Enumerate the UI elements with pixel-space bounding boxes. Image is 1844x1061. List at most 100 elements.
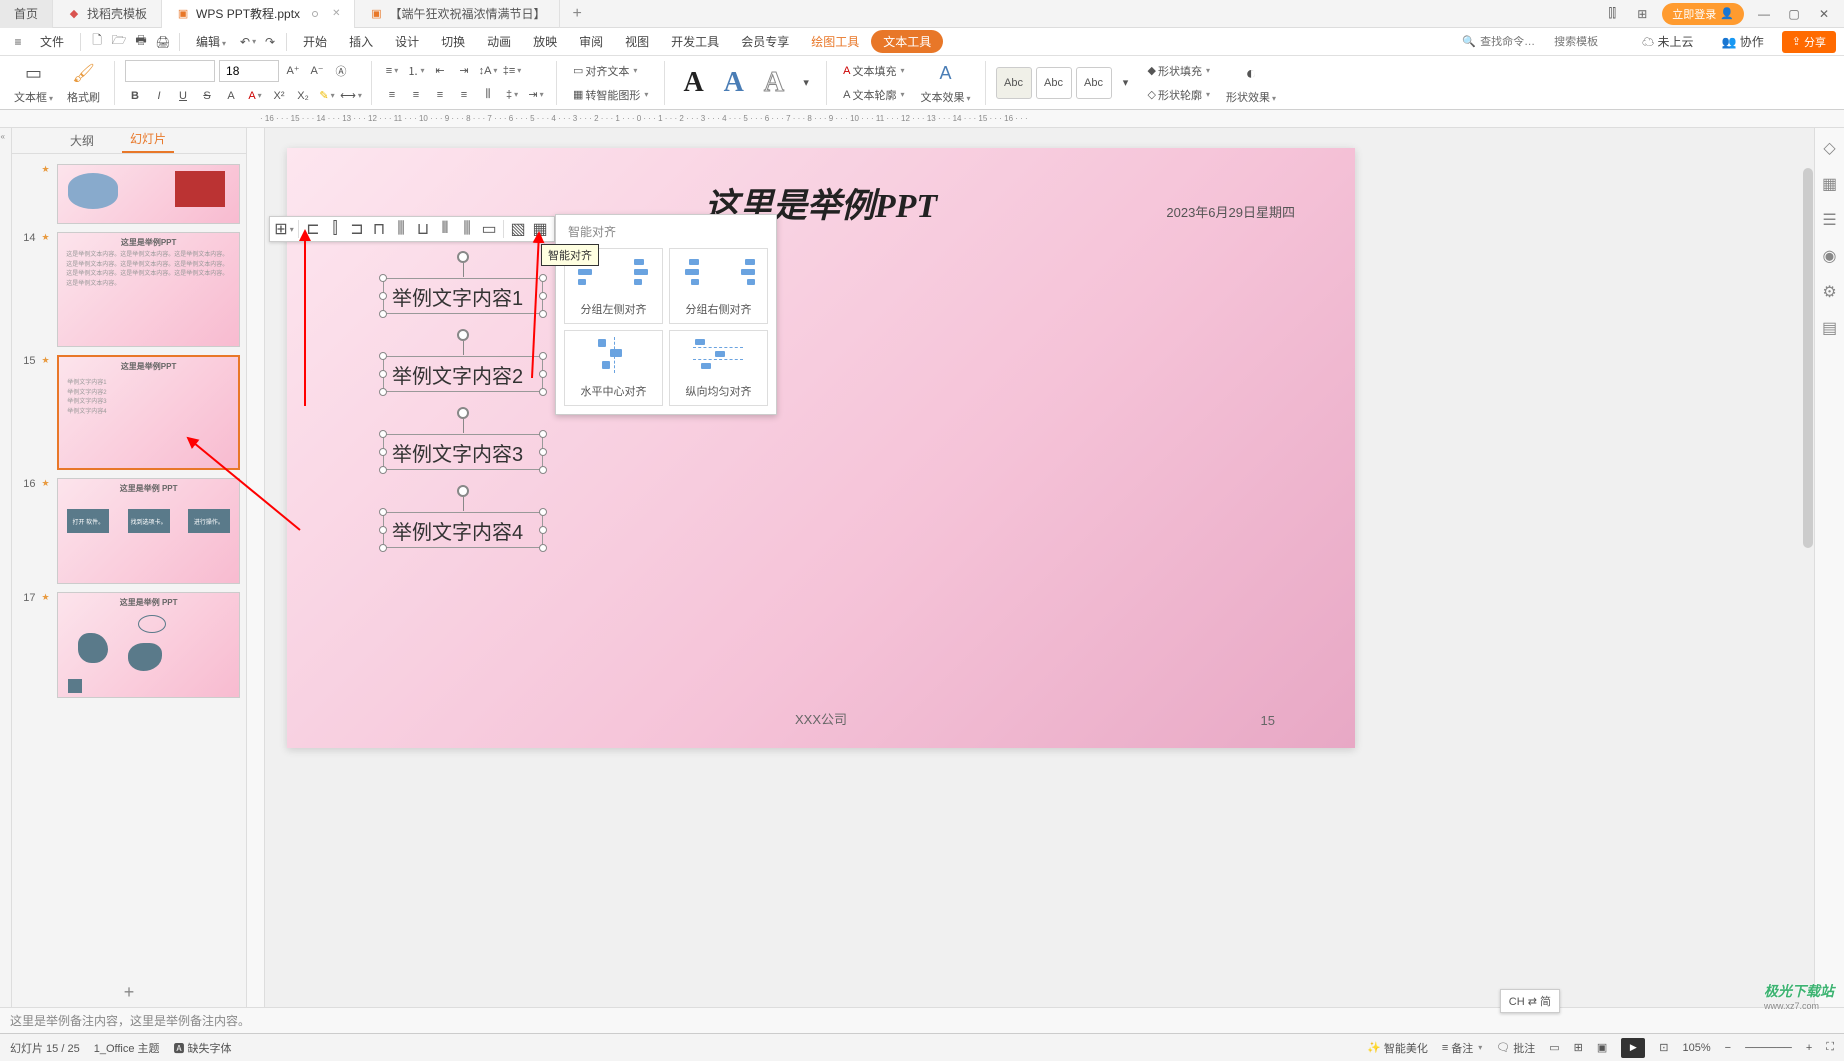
notes-area[interactable]: 这里是举例备注内容，这里是举例备注内容。 xyxy=(0,1007,1844,1033)
same-size-icon[interactable]: ▭ xyxy=(479,219,499,239)
edit-menu[interactable]: 编辑 xyxy=(186,29,236,54)
zoom-in-icon[interactable]: + xyxy=(1806,1042,1812,1054)
format-icon[interactable]: ▧ xyxy=(508,219,528,239)
slide-thumb-16[interactable]: 16★ 这里是举例 PPT 打开 软件。 找到选项卡。 进行操作。 xyxy=(12,474,246,588)
rs-icon-3[interactable]: ☰ xyxy=(1820,210,1840,230)
minimize-icon[interactable]: — xyxy=(1754,4,1774,24)
close-icon[interactable]: ✕ xyxy=(332,8,340,19)
close-window-icon[interactable]: ✕ xyxy=(1814,4,1834,24)
menu-view[interactable]: 视图 xyxy=(615,29,659,54)
numbering-button[interactable]: ⒈ xyxy=(406,61,426,81)
menu-design[interactable]: 设计 xyxy=(385,29,429,54)
group-icon[interactable]: ⊞ xyxy=(274,219,294,239)
textbox-1[interactable]: 举例文字内容1 xyxy=(383,278,543,314)
vertical-scrollbar[interactable] xyxy=(1802,128,1814,979)
view-reading-icon[interactable]: ▣ xyxy=(1597,1041,1607,1054)
align-top-icon[interactable]: ⊓ xyxy=(369,219,389,239)
align-center-icon[interactable]: ⫿ xyxy=(325,219,345,239)
to-smart-graphic-button[interactable]: ▦ 转智能图形 xyxy=(567,85,654,105)
clear-format-icon[interactable]: Ⓐ xyxy=(331,61,351,81)
coop-button[interactable]: 👥 协作 xyxy=(1711,29,1773,54)
save-icon[interactable]: 🖶 xyxy=(131,32,151,52)
align-group-right[interactable]: 分组右侧对齐 xyxy=(669,248,768,324)
text-direction-button[interactable]: ↕A xyxy=(478,61,498,81)
columns-button[interactable]: ⫼ xyxy=(478,85,498,105)
font-size-select[interactable]: 18 xyxy=(219,60,279,82)
shape-style-1[interactable]: Abc xyxy=(996,67,1032,99)
bullets-button[interactable]: ≡ xyxy=(382,61,402,81)
highlight-button[interactable]: ✎ xyxy=(317,86,337,106)
text-style-3[interactable]: A xyxy=(756,67,792,99)
menu-slideshow[interactable]: 放映 xyxy=(523,29,567,54)
menu-devtools[interactable]: 开发工具 xyxy=(661,29,729,54)
fit-icon[interactable]: ⊡ xyxy=(1659,1041,1668,1054)
rotation-handle[interactable] xyxy=(457,329,469,341)
subscript-button[interactable]: X₂ xyxy=(293,86,313,106)
shape-style-3[interactable]: Abc xyxy=(1076,67,1112,99)
rs-icon-4[interactable]: ◉ xyxy=(1820,246,1840,266)
undo-icon[interactable]: ↶ xyxy=(238,32,258,52)
indent-inc-button[interactable]: ⇥ xyxy=(454,61,474,81)
file-menu[interactable]: 文件 xyxy=(30,29,74,54)
align-center-button[interactable]: ≡ xyxy=(406,85,426,105)
menu-insert[interactable]: 插入 xyxy=(339,29,383,54)
missing-font-button[interactable]: 🅰缺失字体 xyxy=(174,1040,232,1056)
tab-template[interactable]: ◆ 找稻壳模板 xyxy=(53,0,162,28)
search-command[interactable]: 🔍 xyxy=(1462,35,1624,48)
text-effect-button[interactable]: A 文本效果 xyxy=(917,61,975,105)
rs-icon-5[interactable]: ⚙ xyxy=(1820,282,1840,302)
new-icon[interactable]: 🗋 xyxy=(87,32,107,52)
redo-icon[interactable]: ↷ xyxy=(260,32,280,52)
tab-home[interactable]: 首页 xyxy=(0,0,53,28)
font-name-select[interactable] xyxy=(125,60,215,82)
strike-button[interactable]: S xyxy=(197,86,217,106)
textbox-button[interactable]: ▭ 文本框 xyxy=(10,61,57,105)
format-painter-button[interactable]: 🖌 格式刷 xyxy=(63,61,104,105)
zoom-level[interactable]: 105% xyxy=(1683,1042,1711,1054)
smart-align-icon[interactable]: ▦ xyxy=(530,219,550,239)
text-fill-button[interactable]: A 文本填充 xyxy=(837,61,910,81)
not-cloud[interactable]: ☁ 未上云 xyxy=(1632,29,1703,54)
slide-thumb-17[interactable]: 17★ 这里是举例 PPT xyxy=(12,588,246,702)
ime-indicator[interactable]: CH ⇄ 简 xyxy=(1500,989,1560,1013)
menu-animation[interactable]: 动画 xyxy=(477,29,521,54)
menu-review[interactable]: 审阅 xyxy=(569,29,613,54)
shape-style-more-icon[interactable]: ▾ xyxy=(1116,73,1136,93)
menu-member[interactable]: 会员专享 xyxy=(731,29,799,54)
align-justify-button[interactable]: ≡ xyxy=(454,85,474,105)
textbox-3[interactable]: 举例文字内容3 xyxy=(383,434,543,470)
tab-doc-3[interactable]: ▣ 【端午狂欢祝福浓情满节日】 xyxy=(355,0,560,28)
align-horizontal-center[interactable]: 水平中心对齐 xyxy=(564,330,663,406)
slide-thumb-13[interactable]: ★ xyxy=(12,160,246,228)
slide-thumb-15[interactable]: 15★ 这里是举例PPT 举例文字内容1 举例文字内容2 举例文字内容3 举例文… xyxy=(12,351,246,474)
align-vertical-distribute[interactable]: 纵向均匀对齐 xyxy=(669,330,768,406)
tab-button[interactable]: ⇥ xyxy=(526,85,546,105)
align-middle-icon[interactable]: ⫼ xyxy=(391,219,411,239)
decrease-font-icon[interactable]: A⁻ xyxy=(307,61,327,81)
align-left-button[interactable]: ≡ xyxy=(382,85,402,105)
font-color-button[interactable]: A xyxy=(245,86,265,106)
shape-outline-button[interactable]: ◇ 形状轮廓 xyxy=(1142,85,1216,105)
char-spacing-button[interactable]: ⟷ xyxy=(341,86,361,106)
add-tab-button[interactable]: + xyxy=(560,5,593,23)
smart-beautify-button[interactable]: ✨智能美化 xyxy=(1367,1040,1428,1056)
textbox-4[interactable]: 举例文字内容4 xyxy=(383,512,543,548)
slide-list[interactable]: ★ 14★ 这里是举例PPT 这是举例文本内容。这是举例文本内容。这是举例文本内… xyxy=(12,154,246,977)
notes-toggle[interactable]: ≡备注 xyxy=(1442,1040,1482,1056)
comments-toggle[interactable]: 🗨批注 xyxy=(1496,1040,1535,1056)
distribute-h-icon[interactable]: ⫴ xyxy=(435,219,455,239)
indent-dec-button[interactable]: ⇤ xyxy=(430,61,450,81)
share-button[interactable]: ⇪分享 xyxy=(1782,31,1836,53)
rs-icon-6[interactable]: ▤ xyxy=(1820,318,1840,338)
add-slide-button[interactable]: + xyxy=(12,977,246,1007)
textbox-2[interactable]: 举例文字内容2 xyxy=(383,356,543,392)
superscript-button[interactable]: X² xyxy=(269,86,289,106)
search-command-input[interactable] xyxy=(1480,36,1550,48)
maximize-icon[interactable]: ▢ xyxy=(1784,4,1804,24)
zoom-slider[interactable]: ────── xyxy=(1745,1042,1792,1054)
rotation-handle[interactable] xyxy=(457,485,469,497)
align-right-icon[interactable]: ⊐ xyxy=(347,219,367,239)
menu-transition[interactable]: 切换 xyxy=(431,29,475,54)
text-outline-button[interactable]: A 文本轮廓 xyxy=(837,85,910,105)
print-icon[interactable]: 🖨 xyxy=(153,32,173,52)
